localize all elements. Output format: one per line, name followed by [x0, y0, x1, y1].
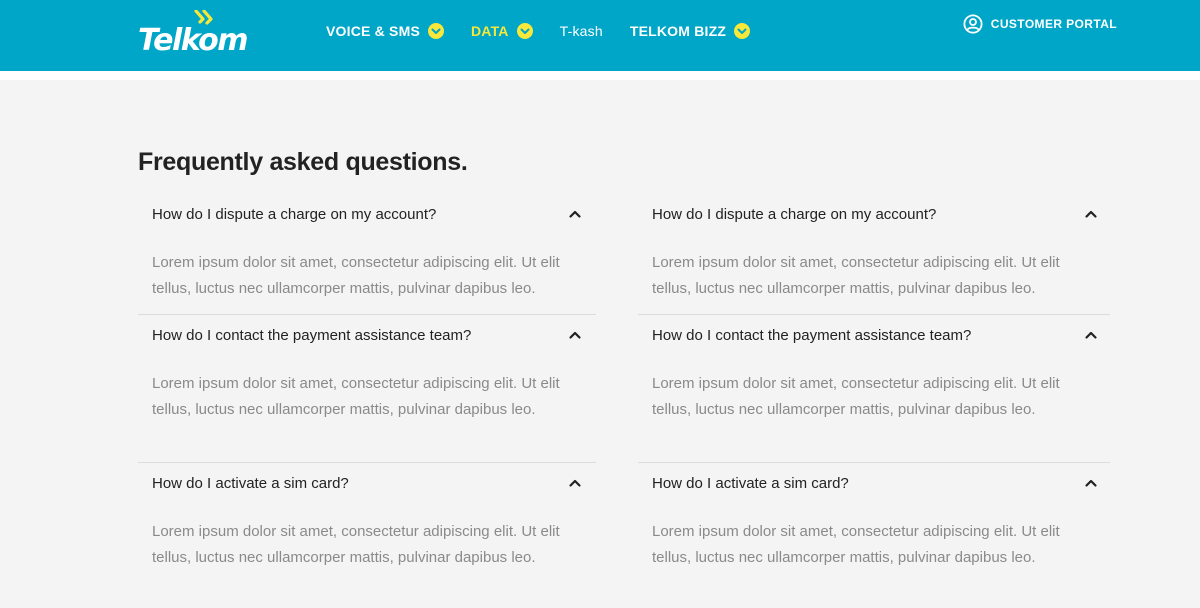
customer-portal-link[interactable]: CUSTOMER PORTAL — [963, 14, 1117, 34]
faq-question-text: How do I activate a sim card? — [652, 474, 849, 492]
faq-question-text: How do I dispute a charge on my account? — [152, 205, 437, 223]
chevron-down-icon — [428, 23, 444, 39]
chevron-up-icon[interactable] — [568, 328, 582, 342]
faq-question[interactable]: How do I activate a sim card? — [138, 463, 596, 503]
chevron-up-icon[interactable] — [1084, 476, 1098, 490]
faq-item: How do I contact the payment assistance … — [138, 314, 596, 462]
nav-item-telkom-bizz[interactable]: TELKOM BIZZ — [629, 23, 751, 39]
faq-question-text: How do I activate a sim card? — [152, 474, 349, 492]
chevron-up-icon[interactable] — [568, 207, 582, 221]
chevron-up-icon[interactable] — [1084, 328, 1098, 342]
faq-item: How do I dispute a charge on my account?… — [138, 193, 596, 314]
faq-answer: Lorem ipsum dolor sit amet, consectetur … — [152, 523, 560, 566]
faq-answer: Lorem ipsum dolor sit amet, consectetur … — [652, 375, 1060, 418]
faq-column-right: How do I dispute a charge on my account?… — [638, 193, 1110, 583]
faq-answer: Lorem ipsum dolor sit amet, consectetur … — [152, 254, 560, 297]
faq-item: How do I activate a sim card? Lorem ipsu… — [638, 462, 1110, 583]
nav-item-label: VOICE & SMS — [326, 23, 420, 39]
faq-column-left: How do I dispute a charge on my account?… — [138, 193, 596, 583]
nav-item-label: TELKOM BIZZ — [629, 23, 727, 39]
user-circle-icon — [963, 14, 983, 34]
faq-question-text: How do I contact the payment assistance … — [652, 326, 972, 344]
faq-question[interactable]: How do I contact the payment assistance … — [138, 315, 596, 355]
faq-item: How do I dispute a charge on my account?… — [638, 193, 1110, 314]
chevron-up-icon[interactable] — [1084, 207, 1098, 221]
faq-question[interactable]: How do I contact the payment assistance … — [638, 315, 1110, 355]
faq-question-text: How do I dispute a charge on my account? — [652, 205, 937, 223]
nav-item-label: T-kash — [559, 23, 603, 39]
faq-question[interactable]: How do I dispute a charge on my account? — [638, 194, 1110, 234]
faq-answer: Lorem ipsum dolor sit amet, consectetur … — [652, 254, 1060, 297]
customer-portal-label: CUSTOMER PORTAL — [990, 17, 1117, 31]
chevron-up-icon[interactable] — [568, 476, 582, 490]
logo-text: Telkom — [138, 23, 248, 58]
header-divider — [0, 71, 1200, 80]
nav-item-data[interactable]: DATA — [471, 23, 533, 39]
faq-item: How do I contact the payment assistance … — [638, 314, 1110, 462]
nav-item-tkash[interactable]: T-kash — [560, 23, 603, 39]
nav-item-voice-sms[interactable]: VOICE & SMS — [326, 23, 444, 39]
faq-question-text: How do I contact the payment assistance … — [152, 326, 472, 344]
chevron-down-icon — [734, 23, 751, 39]
faq-question[interactable]: How do I activate a sim card? — [638, 463, 1110, 503]
faq-answer: Lorem ipsum dolor sit amet, consectetur … — [652, 523, 1060, 566]
chevron-down-icon — [516, 23, 533, 39]
site-header: Telkom VOICE & SMS DATA T-kash TELKOM BI… — [0, 0, 1200, 71]
telkom-logo[interactable]: Telkom — [138, 10, 248, 58]
main-nav: VOICE & SMS DATA T-kash TELKOM BIZZ — [326, 19, 777, 43]
faq-item: How do I activate a sim card? Lorem ipsu… — [138, 462, 596, 583]
faq-answer: Lorem ipsum dolor sit amet, consectetur … — [152, 375, 560, 418]
faq-title: Frequently asked questions. — [138, 148, 468, 176]
nav-item-label: DATA — [471, 23, 509, 39]
faq-question[interactable]: How do I dispute a charge on my account? — [138, 194, 596, 234]
